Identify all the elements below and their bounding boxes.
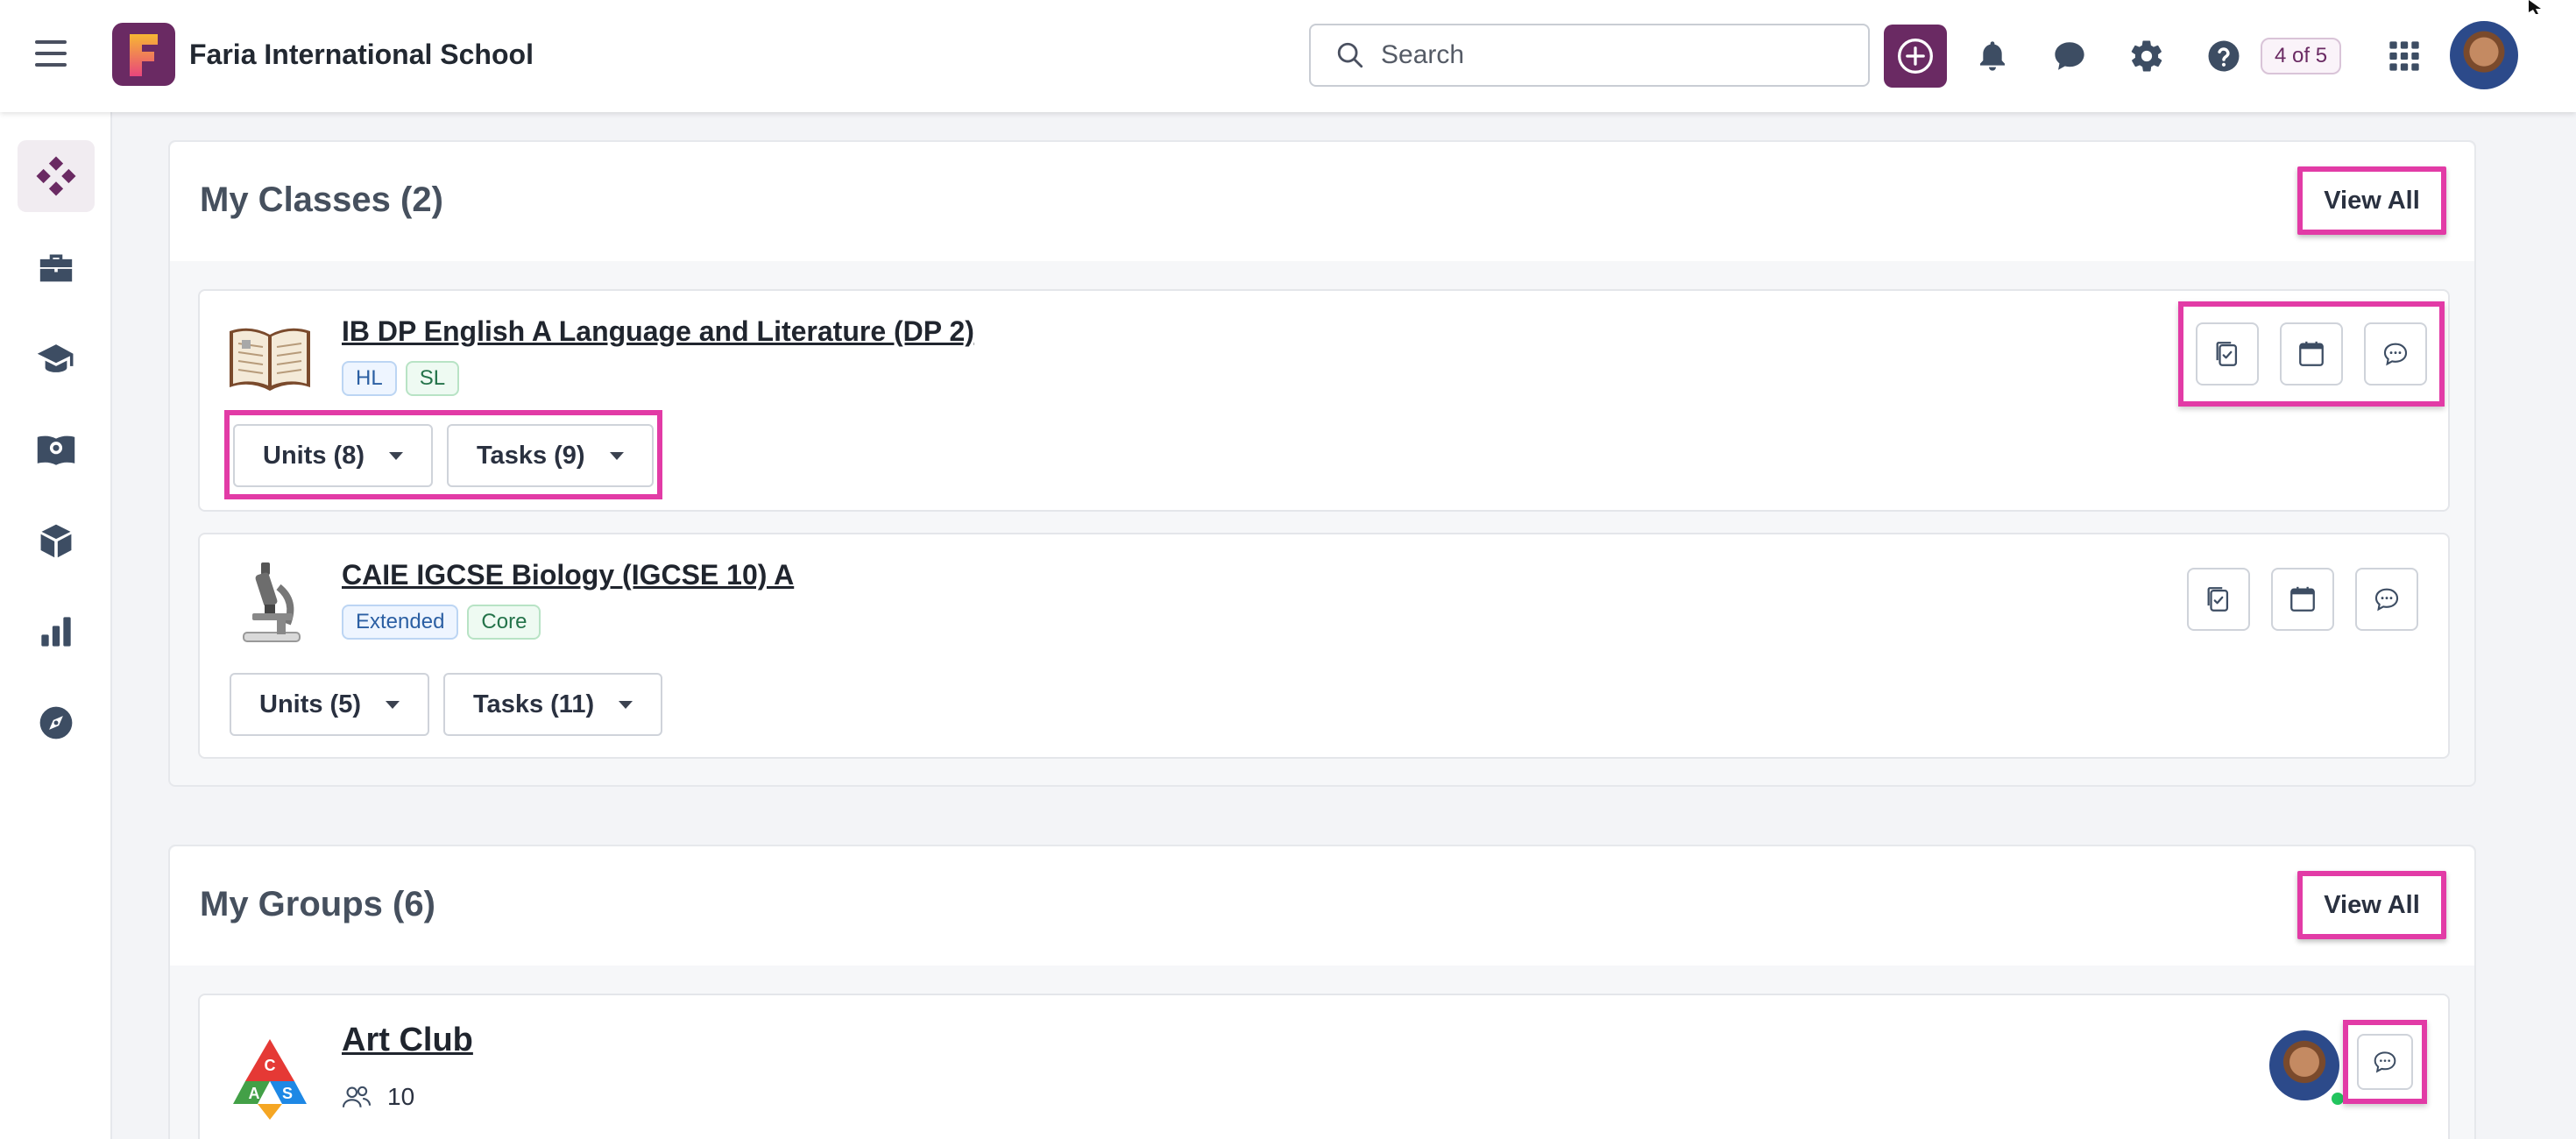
chat-bubble-icon (2374, 588, 2399, 612)
art-club-logo: C A S (233, 1039, 307, 1120)
class-card: CAIE IGCSE Biology (IGCSE 10) A Extended… (198, 533, 2450, 759)
add-button[interactable] (1884, 25, 1947, 88)
calendar-icon (2290, 586, 2315, 612)
help-button[interactable] (2203, 35, 2245, 77)
group-card: C A S Art Club 10 (198, 994, 2450, 1139)
caret-down-icon (386, 700, 400, 709)
class-message-button[interactable] (2355, 568, 2418, 631)
tasks-dropdown[interactable]: Tasks (11) (443, 673, 663, 736)
chat-bubble-icon (2374, 1051, 2396, 1073)
units-dropdown[interactable]: Units (5) (230, 673, 429, 736)
level-tag: Core (467, 605, 541, 640)
units-dropdown-label: Units (5) (259, 690, 361, 718)
school-logo[interactable] (112, 23, 175, 86)
sidebar-item-reports[interactable] (18, 596, 95, 668)
class-actions (2182, 562, 2424, 636)
logo-letter: A (249, 1085, 260, 1102)
sidebar-item-curriculum[interactable] (18, 414, 95, 485)
mouse-cursor-icon (2529, 0, 2541, 14)
bell-icon (1980, 41, 2005, 71)
group-message-button[interactable] (2357, 1034, 2413, 1090)
top-bar: Faria International School Search 4 of 5 (0, 0, 2576, 112)
dashboard-icon (36, 156, 76, 196)
logo-letter: C (265, 1057, 276, 1074)
calendar-icon (2299, 341, 2324, 366)
my-classes-title: My Classes (2) (200, 180, 443, 219)
classes-view-all-button[interactable]: View All (2297, 166, 2446, 235)
microscope-icon (243, 562, 301, 642)
compass-icon (39, 706, 73, 739)
search-box[interactable] (1309, 24, 1870, 87)
calendar-button[interactable] (2271, 568, 2334, 631)
gradebook-button[interactable] (2187, 568, 2250, 631)
faria-logo-icon (130, 34, 158, 76)
class-dropdowns: Units (8) Tasks (9) (224, 410, 662, 499)
notifications-button[interactable] (1971, 35, 2013, 77)
sidebar-item-learning[interactable] (18, 322, 95, 394)
level-tag: Extended (342, 605, 459, 640)
sidebar-item-portfolio[interactable] (18, 231, 95, 303)
briefcase-icon (39, 254, 73, 282)
class-name-link[interactable]: IB DP English A Language and Literature … (342, 315, 974, 348)
checklist-icon (2216, 342, 2238, 366)
apps-button[interactable] (2383, 35, 2425, 77)
class-tags: HL SL (342, 361, 460, 396)
class-dropdowns: Units (5) Tasks (11) (224, 668, 668, 741)
gear-icon (2131, 40, 2162, 72)
level-tag: SL (405, 361, 460, 396)
curriculum-book-icon (37, 435, 75, 465)
units-dropdown[interactable]: Units (8) (233, 424, 433, 487)
my-classes-header: My Classes (2) View All (170, 142, 2474, 261)
plus-circle-icon (1898, 39, 1933, 74)
bar-chart-icon (41, 617, 71, 647)
member-count: 10 (387, 1083, 415, 1110)
search-input[interactable] (1381, 40, 1836, 70)
tasks-dropdown-label: Tasks (9) (477, 441, 585, 470)
sidebar-item-dashboard[interactable] (18, 140, 95, 212)
my-groups-title: My Groups (6) (200, 885, 435, 923)
graduation-cap-icon (37, 344, 74, 372)
settings-button[interactable] (2126, 35, 2168, 77)
chat-bubble-icon (2055, 42, 2084, 70)
caret-down-icon (389, 451, 403, 460)
school-name[interactable]: Faria International School (189, 39, 534, 71)
calendar-button[interactable] (2280, 322, 2343, 386)
group-chat-highlight (2343, 1020, 2427, 1104)
class-card: IB DP English A Language and Literature … (198, 289, 2450, 512)
search-icon (1337, 42, 1363, 68)
sidebar-item-explore[interactable] (18, 687, 95, 759)
units-dropdown-label: Units (8) (263, 441, 364, 470)
open-book-icon (230, 328, 310, 391)
group-member-avatar[interactable] (2269, 1030, 2339, 1100)
my-groups-section: My Groups (6) View All C A S Art Club 10 (168, 845, 2476, 1139)
hamburger-menu-icon[interactable] (35, 40, 67, 70)
my-groups-header: My Groups (6) View All (170, 846, 2474, 966)
grid-icon (2389, 41, 2419, 71)
caret-down-icon (609, 451, 624, 460)
tasks-dropdown-label: Tasks (11) (473, 690, 595, 718)
group-members: 10 (342, 1083, 414, 1111)
class-message-button[interactable] (2364, 322, 2427, 386)
caret-down-icon (619, 700, 633, 709)
cube-icon (40, 524, 72, 558)
chat-bubble-icon (2383, 343, 2408, 366)
tasks-dropdown[interactable]: Tasks (9) (447, 424, 654, 487)
groups-view-all-button[interactable]: View All (2297, 871, 2446, 939)
user-avatar[interactable] (2450, 21, 2518, 89)
sidebar-item-resources[interactable] (18, 505, 95, 577)
group-name-link[interactable]: Art Club (342, 1022, 473, 1059)
gradebook-button[interactable] (2196, 322, 2259, 386)
messages-button[interactable] (2049, 35, 2091, 77)
question-icon (2208, 40, 2240, 72)
checklist-icon (2207, 587, 2229, 612)
class-tags: Extended Core (342, 605, 541, 640)
class-actions (2178, 301, 2445, 407)
logo-letter: S (282, 1085, 293, 1102)
my-classes-section: My Classes (2) View All IB DP English A … (168, 140, 2476, 787)
sidebar (0, 112, 112, 1139)
help-count-badge[interactable]: 4 of 5 (2261, 38, 2342, 74)
class-name-link[interactable]: CAIE IGCSE Biology (IGCSE 10) A (342, 559, 794, 591)
members-icon (342, 1086, 372, 1107)
level-tag: HL (342, 361, 397, 396)
